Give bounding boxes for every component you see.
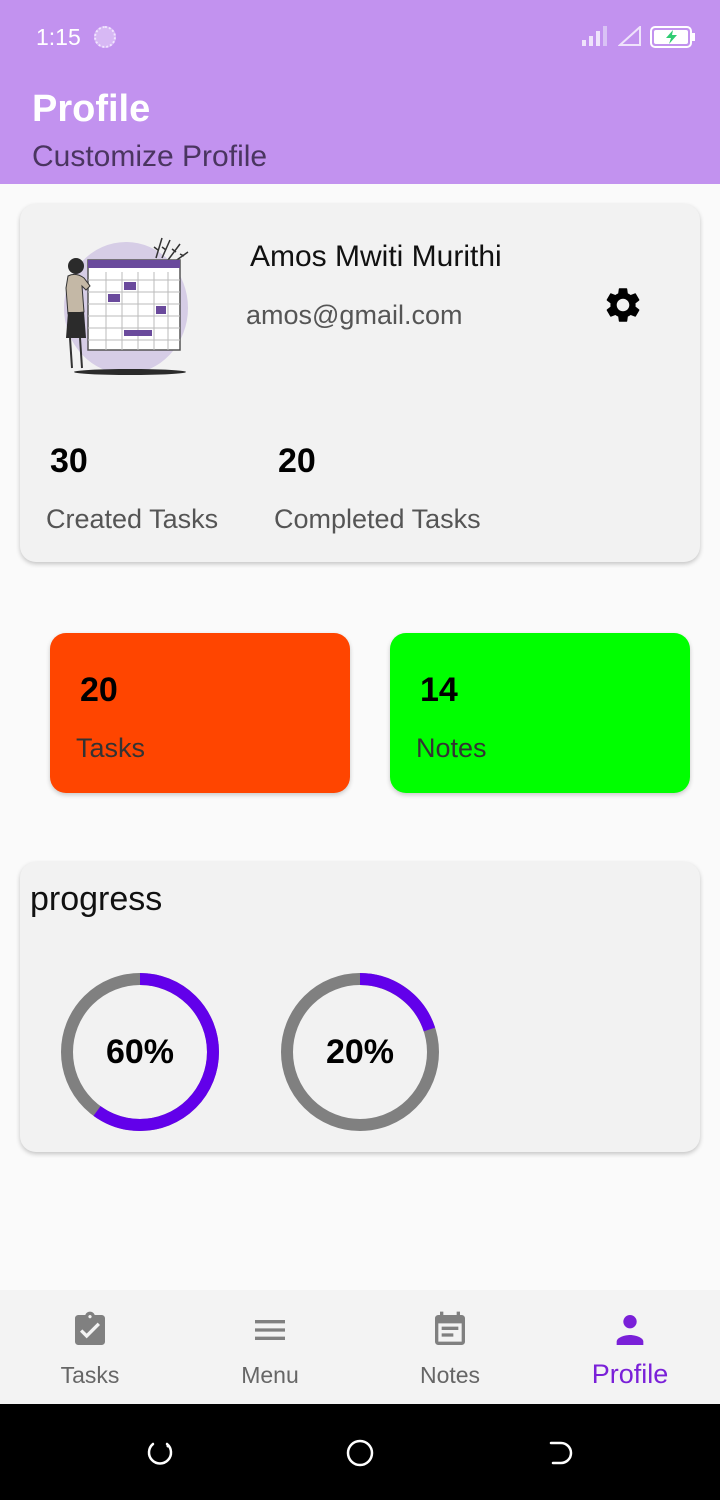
created-tasks-count: 30 (50, 442, 88, 480)
notes-summary-tile[interactable]: 14 Notes (390, 633, 690, 793)
nav-label-menu: Menu (241, 1362, 299, 1388)
completed-tasks-label: Completed Tasks (274, 504, 481, 534)
status-bar: 1:15 (0, 0, 720, 72)
notification-dot-icon (94, 26, 116, 48)
notes-count: 14 (420, 671, 458, 709)
progress-title: progress (30, 880, 163, 918)
notes-tile-label: Notes (416, 733, 487, 763)
clipboard-check-icon (75, 1311, 105, 1345)
progress-ring-notes: 20% (280, 972, 440, 1132)
no-signal-icon (618, 26, 641, 46)
progress-ring-label: 20% (325, 1032, 395, 1071)
page-title: Profile (32, 88, 151, 130)
back-icon[interactable] (545, 1438, 575, 1468)
user-email: amos@gmail.com (246, 300, 463, 330)
recent-apps-icon[interactable] (145, 1438, 175, 1468)
battery-charging-icon (650, 26, 695, 48)
nav-label-profile: Profile (591, 1359, 669, 1389)
home-icon[interactable] (345, 1438, 375, 1468)
bottom-navigation: Tasks Menu Notes Profile (0, 1290, 720, 1404)
signal-icon (582, 26, 607, 46)
page-subtitle: Customize Profile (32, 140, 268, 173)
tasks-tile-label: Tasks (76, 733, 146, 763)
nav-item-menu[interactable]: Menu (180, 1290, 360, 1404)
nav-item-profile[interactable]: Profile (540, 1290, 720, 1404)
nav-item-notes[interactable]: Notes (360, 1290, 540, 1404)
tasks-summary-tile[interactable]: 20 Tasks (50, 633, 350, 793)
progress-card: progress 60% 20% (20, 862, 700, 1152)
gear-icon (606, 288, 640, 322)
progress-ring-label: 60% (105, 1032, 175, 1071)
person-icon (616, 1315, 644, 1345)
settings-button[interactable] (600, 282, 646, 328)
status-time: 1:15 (36, 24, 81, 50)
created-tasks-label: Created Tasks (46, 504, 219, 534)
calendar-planner-illustration (64, 237, 189, 375)
completed-tasks-count: 20 (278, 442, 316, 480)
progress-ring-tasks: 60% (60, 972, 220, 1132)
nav-label-notes: Notes (419, 1362, 481, 1388)
system-navigation-bar (0, 1404, 720, 1500)
app-header: Profile Customize Profile (0, 72, 720, 184)
menu-icon (255, 1320, 285, 1340)
tasks-count: 20 (80, 671, 118, 709)
calendar-note-icon (435, 1311, 465, 1345)
nav-item-tasks[interactable]: Tasks (0, 1290, 180, 1404)
user-name: Amos Mwiti Murithi (250, 240, 502, 273)
nav-label-tasks: Tasks (60, 1362, 120, 1388)
profile-card: Amos Mwiti Murithi amos@gmail.com 30 Cre… (20, 204, 700, 562)
